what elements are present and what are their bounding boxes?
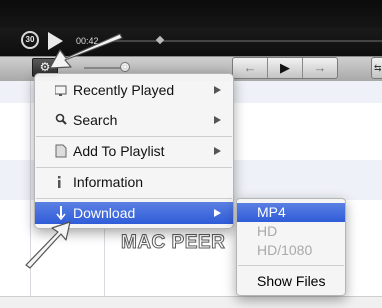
menu-item-recently-played[interactable]: Recently Played bbox=[35, 78, 233, 102]
submenu-arrow-icon bbox=[214, 147, 221, 155]
menu-separator bbox=[36, 136, 232, 137]
navigation-segmented-control: ← ▶ → bbox=[232, 57, 338, 79]
play-button[interactable]: ▶ bbox=[268, 58, 303, 78]
shuffle-button[interactable]: ⇆ bbox=[371, 57, 382, 79]
forward-button[interactable]: → bbox=[303, 58, 337, 78]
download-submenu: MP4 HD HD/1080 Show Files bbox=[236, 198, 346, 296]
progress-track[interactable] bbox=[106, 40, 382, 42]
submenu-item-mp4[interactable]: MP4 bbox=[237, 203, 345, 222]
elapsed-time: 00:42 bbox=[76, 36, 99, 46]
menu-separator bbox=[36, 167, 232, 168]
info-icon bbox=[55, 170, 67, 194]
context-menu: Recently Played Search Add To Playlist I… bbox=[34, 73, 234, 229]
magnifier-icon bbox=[55, 108, 67, 132]
document-icon bbox=[55, 139, 67, 163]
status-strip bbox=[0, 296, 382, 308]
download-arrow-icon bbox=[55, 202, 67, 226]
column-divider bbox=[30, 81, 31, 307]
submenu-item-hd: HD bbox=[257, 223, 278, 239]
menu-separator bbox=[36, 198, 232, 199]
monitor-icon bbox=[54, 78, 67, 102]
skip-back-30-button[interactable]: 30 bbox=[21, 31, 39, 49]
submenu-arrow-icon bbox=[214, 86, 221, 94]
gear-icon: ⚙ bbox=[39, 60, 51, 74]
menu-item-search[interactable]: Search bbox=[35, 108, 233, 132]
video-area bbox=[0, 0, 382, 28]
menu-item-download[interactable]: Download bbox=[35, 202, 233, 224]
back-button[interactable]: ← bbox=[233, 58, 268, 78]
submenu-arrow-icon bbox=[214, 116, 221, 124]
submenu-item-hd-1080: HD/1080 bbox=[257, 242, 313, 258]
submenu-separator bbox=[238, 265, 344, 266]
menu-item-information[interactable]: Information bbox=[35, 170, 233, 194]
submenu-item-show-files[interactable]: Show Files bbox=[237, 272, 345, 291]
volume-knob[interactable] bbox=[120, 62, 130, 72]
menu-item-add-to-playlist[interactable]: Add To Playlist bbox=[35, 139, 233, 163]
watermark-text: MAC PEER bbox=[120, 232, 226, 254]
submenu-arrow-icon bbox=[214, 209, 221, 217]
play-icon[interactable] bbox=[48, 32, 63, 50]
volume-slider[interactable] bbox=[84, 67, 124, 69]
